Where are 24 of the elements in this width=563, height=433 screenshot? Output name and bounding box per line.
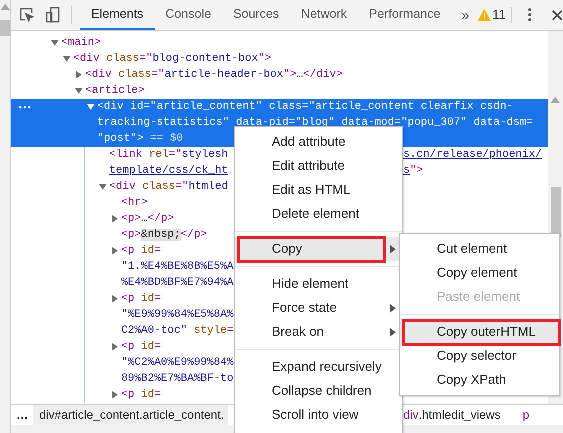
- code-line: <hr>: [121, 196, 148, 211]
- code-line: <p id=: [121, 388, 162, 403]
- code-line: <p>&nbsp;</p>: [121, 228, 208, 243]
- code-line: <div class="article-header-box">…</div>: [85, 68, 343, 83]
- code-line: "post"> == $0: [97, 132, 184, 147]
- code-line: "%E9%99%84%E5%8A%: [121, 308, 234, 323]
- code-line: template/css/ck_ht: [109, 164, 228, 179]
- code-line: 89%B2%E7%BA%BF-to: [121, 372, 234, 387]
- code-line: <p id=: [121, 244, 162, 259]
- code-line: <main>: [61, 36, 102, 51]
- code-line: "%C2%A0%E9%99%84%: [121, 356, 234, 371]
- code-line: s">: [403, 164, 424, 179]
- code-line: <div id="article_content" class="article_content clearfix csdn-: [97, 100, 514, 115]
- code-line: <p id=: [121, 292, 162, 307]
- code-line: <p>…</p>: [121, 212, 174, 227]
- code-line: %E4%BD%BF%E7%94%A: [121, 276, 234, 291]
- code-line: <div class="blog-content-box">: [73, 52, 272, 67]
- code-line: <link rel="stylesh: [109, 148, 228, 163]
- code-line: <article>: [85, 84, 145, 99]
- code-line: tracking-statistics" data-pid="blog" data-mod="popu_307" data-dsm=: [97, 116, 534, 131]
- code-line: "1.%E4%BE%8B%E5%A: [121, 260, 234, 275]
- code-line: s.cn/release/phoenix/: [403, 148, 542, 163]
- code-line: <div class="htmled: [109, 180, 228, 195]
- code-line: <p id=: [121, 340, 162, 355]
